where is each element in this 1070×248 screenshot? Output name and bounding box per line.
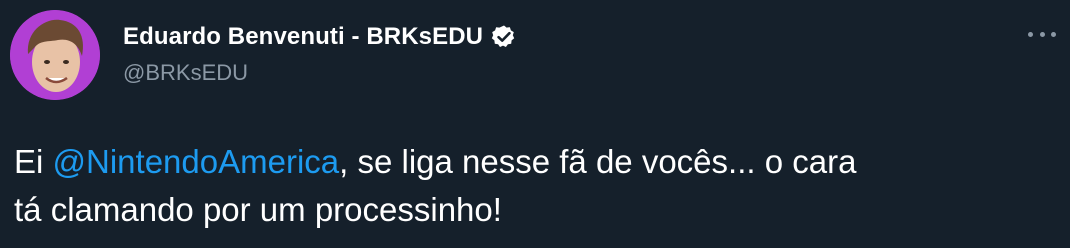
tweet-text-part1: Ei [14, 143, 53, 180]
author-name-row: Eduardo Benvenuti - BRKsEDU [123, 22, 517, 52]
tweet-header: Eduardo Benvenuti - BRKsEDU @BRKsEDU [123, 22, 517, 86]
verified-badge-icon [491, 24, 517, 50]
tweet-card: Eduardo Benvenuti - BRKsEDU @BRKsEDU Ei … [0, 0, 1070, 248]
tweet-text-line-2: tá clamando por um processinho! [14, 191, 502, 228]
mention-link[interactable]: @NintendoAmerica [53, 143, 340, 180]
tweet-text-line-1: Ei @NintendoAmerica, se liga nesse fã de… [14, 138, 1064, 186]
tweet-text-part2: , se liga nesse fã de vocês... o cara [339, 143, 857, 180]
avatar-photo [10, 10, 100, 100]
tweet-text: Ei @NintendoAmerica, se liga nesse fã de… [14, 138, 1064, 234]
more-options-icon[interactable] [1028, 26, 1056, 42]
avatar[interactable] [10, 10, 100, 100]
author-display-name[interactable]: Eduardo Benvenuti - BRKsEDU [123, 23, 483, 51]
author-handle[interactable]: @BRKsEDU [123, 60, 517, 86]
